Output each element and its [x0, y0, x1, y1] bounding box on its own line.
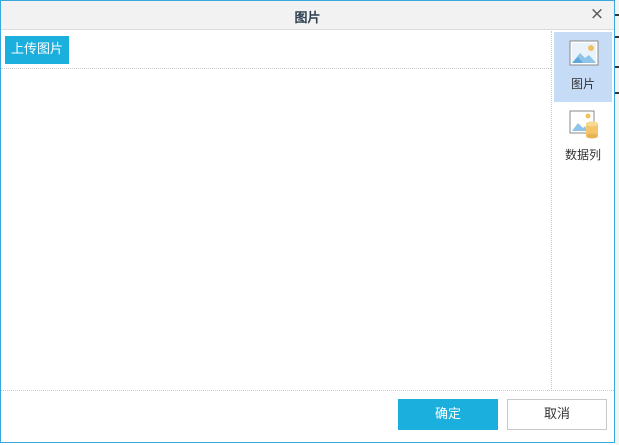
background-edge-mark [615, 66, 619, 68]
upload-image-button[interactable]: 上传图片 [5, 36, 70, 64]
cancel-button[interactable]: 取消 [507, 399, 607, 430]
image-data-column-icon [569, 110, 598, 139]
sidebar-item-label: 数据列 [564, 148, 601, 162]
source-sidebar: 图片 数据列 [553, 31, 614, 391]
dialog-title: 图片 [294, 11, 321, 26]
image-dialog: 图片 × 上传图片 图片 数据列 确定 取消 [0, 0, 615, 443]
close-icon[interactable]: × [588, 5, 606, 23]
image-icon [569, 40, 599, 66]
sidebar-item-image[interactable]: 图片 [554, 32, 612, 102]
background-edge-mark [615, 36, 619, 38]
background-edge-mark [615, 14, 619, 16]
dialog-titlebar[interactable]: 图片 × [1, 1, 614, 30]
sidebar-item-label: 图片 [570, 77, 595, 91]
sidebar-item-data-column[interactable]: 数据列 [554, 103, 612, 173]
content-toolbar: 上传图片 [1, 31, 551, 69]
background-edge-mark [615, 92, 619, 94]
confirm-button[interactable]: 确定 [398, 399, 498, 430]
image-content-area: 上传图片 [1, 31, 552, 391]
